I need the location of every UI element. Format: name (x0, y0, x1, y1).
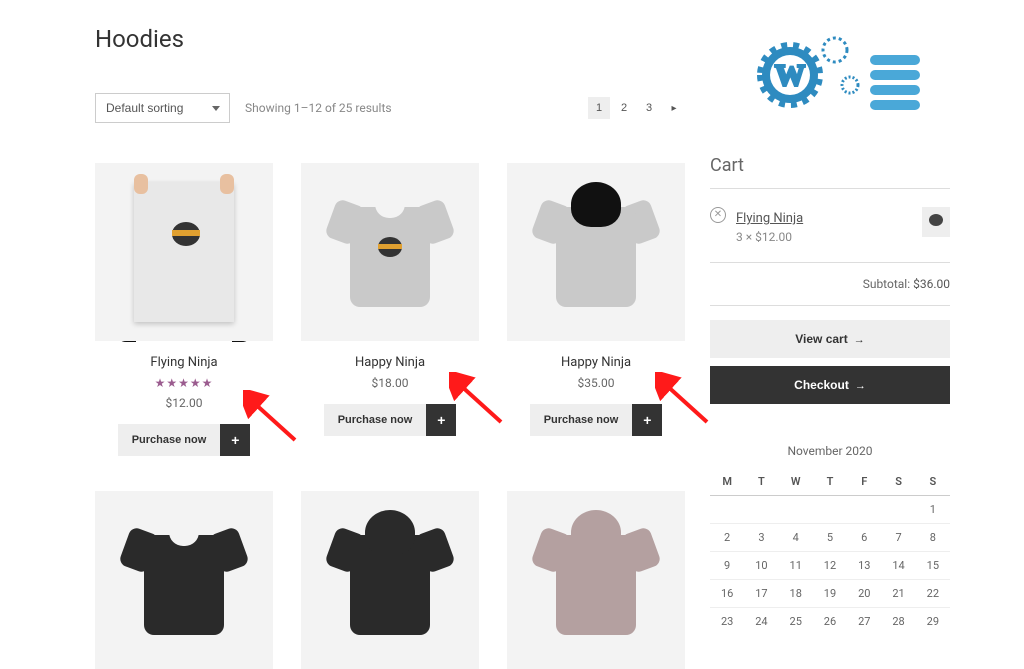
calendar-day[interactable]: 8 (916, 524, 950, 552)
calendar-day[interactable]: 23 (710, 608, 744, 636)
subtotal-label: Subtotal: (863, 277, 910, 291)
page-3-button[interactable]: 3 (638, 97, 660, 119)
calendar-day[interactable]: 19 (813, 580, 847, 608)
product-image (95, 491, 273, 669)
product-title: Flying Ninja (95, 355, 273, 370)
sort-select[interactable]: Default sorting (95, 93, 230, 123)
product-card[interactable]: Flying Ninja ★★★★★ $12.00 Purchase now + (95, 163, 273, 456)
calendar-day[interactable]: 15 (916, 552, 950, 580)
cart-item-thumb (922, 207, 950, 237)
calendar-widget: November 2020 MTWTFSS 123456789101112131… (710, 444, 950, 635)
product-card[interactable] (301, 491, 479, 669)
product-title: Happy Ninja (507, 355, 685, 370)
calendar-dow: S (881, 468, 915, 496)
calendar-day[interactable]: 6 (847, 524, 881, 552)
product-card[interactable] (95, 491, 273, 669)
pagination: 1 2 3 ▸ (588, 97, 685, 119)
product-price: $12.00 (95, 396, 273, 410)
calendar-day[interactable]: 22 (916, 580, 950, 608)
product-image (301, 163, 479, 341)
product-grid: Flying Ninja ★★★★★ $12.00 Purchase now + (95, 163, 685, 669)
product-image (507, 491, 685, 669)
calendar-day[interactable]: 7 (881, 524, 915, 552)
calendar-day (813, 496, 847, 524)
calendar-day (881, 496, 915, 524)
subtotal-value: $36.00 (913, 277, 950, 291)
add-to-cart-button[interactable]: + (426, 404, 456, 436)
calendar-day[interactable]: 9 (710, 552, 744, 580)
calendar-dow: T (744, 468, 778, 496)
product-title: Happy Ninja (301, 355, 479, 370)
remove-item-button[interactable]: ✕ (710, 207, 726, 223)
products-toolbar: Default sorting Showing 1–12 of 25 resul… (95, 93, 685, 123)
purchase-button[interactable]: Purchase now (530, 404, 633, 436)
page-next-button[interactable]: ▸ (663, 97, 685, 119)
calendar-day (744, 496, 778, 524)
purchase-button[interactable]: Purchase now (324, 404, 427, 436)
arrow-right-icon: → (855, 380, 866, 392)
add-to-cart-button[interactable]: + (632, 404, 662, 436)
calendar-day[interactable]: 27 (847, 608, 881, 636)
product-card[interactable]: Happy Ninja $35.00 Purchase now + (507, 163, 685, 456)
product-image (95, 163, 273, 341)
product-card[interactable]: Happy Ninja $18.00 Purchase now + (301, 163, 479, 456)
calendar-title: November 2020 (710, 444, 950, 458)
calendar-day[interactable]: 1 (916, 496, 950, 524)
brand-logo: W (710, 25, 950, 125)
calendar-day (710, 496, 744, 524)
calendar-day[interactable]: 25 (779, 608, 813, 636)
calendar-day[interactable]: 3 (744, 524, 778, 552)
checkout-button[interactable]: Checkout→ (710, 366, 950, 404)
calendar-day[interactable]: 11 (779, 552, 813, 580)
calendar-dow: F (847, 468, 881, 496)
star-rating-icon: ★★★★★ (95, 376, 273, 390)
calendar-day[interactable]: 20 (847, 580, 881, 608)
calendar-dow: W (779, 468, 813, 496)
product-price: $18.00 (301, 376, 479, 390)
calendar-day[interactable]: 12 (813, 552, 847, 580)
cart-item: ✕ Flying Ninja 3 × $12.00 (710, 207, 950, 244)
product-price: $35.00 (507, 376, 685, 390)
calendar-day[interactable]: 21 (881, 580, 915, 608)
calendar-day[interactable]: 29 (916, 608, 950, 636)
calendar-day[interactable]: 28 (881, 608, 915, 636)
cart-subtotal: Subtotal: $36.00 (710, 262, 950, 306)
product-image (507, 163, 685, 341)
calendar-table: MTWTFSS 12345678910111213141516171819202… (710, 468, 950, 635)
calendar-day[interactable]: 24 (744, 608, 778, 636)
cart-item-qty: 3 × $12.00 (736, 230, 912, 244)
calendar-day[interactable]: 4 (779, 524, 813, 552)
calendar-dow: M (710, 468, 744, 496)
calendar-day (847, 496, 881, 524)
result-count: Showing 1–12 of 25 results (245, 101, 392, 115)
calendar-day[interactable]: 2 (710, 524, 744, 552)
calendar-day[interactable]: 13 (847, 552, 881, 580)
cart-heading: Cart (710, 155, 950, 176)
calendar-day[interactable]: 16 (710, 580, 744, 608)
page-title: Hoodies (95, 25, 685, 53)
calendar-day[interactable]: 10 (744, 552, 778, 580)
calendar-day[interactable]: 5 (813, 524, 847, 552)
calendar-dow: S (916, 468, 950, 496)
calendar-day[interactable]: 17 (744, 580, 778, 608)
svg-text:W: W (775, 59, 805, 92)
cart-item-name-link[interactable]: Flying Ninja (736, 211, 803, 226)
product-image (301, 491, 479, 669)
view-cart-button[interactable]: View cart→ (710, 320, 950, 358)
cart-widget: Cart ✕ Flying Ninja 3 × $12.00 Subtotal:… (710, 155, 950, 404)
arrow-right-icon: → (854, 334, 865, 346)
page-2-button[interactable]: 2 (613, 97, 635, 119)
calendar-day[interactable]: 18 (779, 580, 813, 608)
calendar-dow: T (813, 468, 847, 496)
calendar-day[interactable]: 26 (813, 608, 847, 636)
calendar-day[interactable]: 14 (881, 552, 915, 580)
add-to-cart-button[interactable]: + (220, 424, 250, 456)
page-1-button[interactable]: 1 (588, 97, 610, 119)
divider (710, 188, 950, 189)
calendar-day (779, 496, 813, 524)
purchase-button[interactable]: Purchase now (118, 424, 221, 456)
product-card[interactable] (507, 491, 685, 669)
